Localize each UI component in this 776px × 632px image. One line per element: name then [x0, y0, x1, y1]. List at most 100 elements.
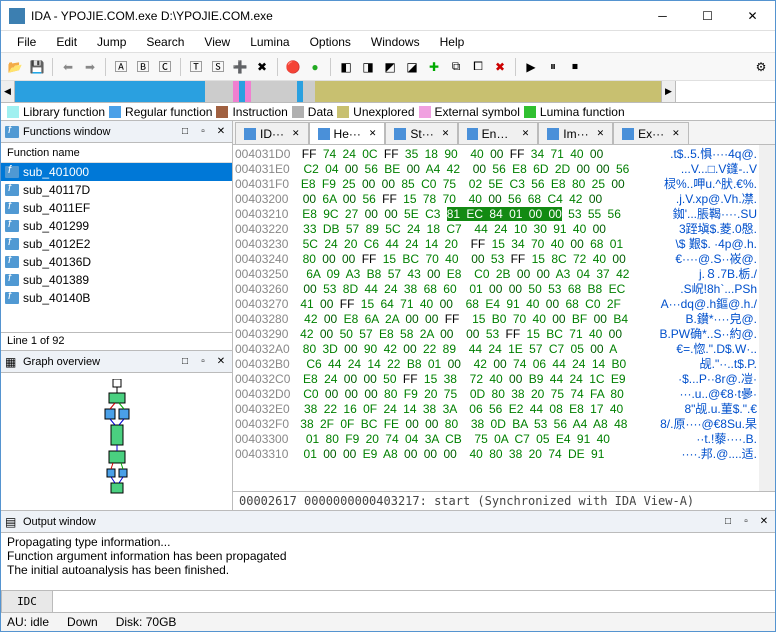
function-row[interactable]: sub_40140B — [1, 289, 232, 307]
output-min-icon[interactable]: □ — [721, 515, 735, 529]
hex-row[interactable]: 0040326000 53 8D 44 24 38 68 60 01 00 00… — [235, 282, 757, 297]
hex-row[interactable]: 00403210E8 9C 27 00 00 5E C3 81 EC 84 01… — [235, 207, 757, 222]
tool-b-icon[interactable]: 🄱 — [133, 57, 153, 77]
function-row[interactable]: sub_401299 — [1, 217, 232, 235]
tab[interactable]: St···✕ — [385, 122, 458, 144]
hex-row[interactable]: 0040322033 DB 57 89 5C 24 18 C7 44 24 10… — [235, 222, 757, 237]
hex-row[interactable]: 004032C0E8 24 00 00 50 FF 15 38 72 40 00… — [235, 372, 757, 387]
tool-e-icon[interactable]: 🅂 — [208, 57, 228, 77]
functions-col-header[interactable]: Function name — [1, 143, 232, 163]
hex-row[interactable]: 004032D0C0 00 00 00 80 F9 20 75 0D 80 38… — [235, 387, 757, 402]
graph-canvas[interactable] — [1, 373, 232, 510]
panel-min-icon[interactable]: □ — [178, 125, 192, 139]
cancel-icon[interactable]: ✖ — [490, 57, 510, 77]
hex-row[interactable]: 0040329042 00 50 57 E8 58 2A 00 00 53 FF… — [235, 327, 757, 342]
tab[interactable]: He···✕ — [309, 122, 386, 144]
hex-row[interactable]: 0040320000 6A 00 56 FF 15 78 70 40 00 56… — [235, 192, 757, 207]
tab-close-icon[interactable]: ✕ — [672, 128, 680, 139]
tab-close-icon[interactable]: ✕ — [292, 128, 300, 139]
open-icon[interactable]: 📂 — [5, 57, 25, 77]
hex-row[interactable]: 0040331001 00 00 E9 A8 00 00 00 40 80 38… — [235, 447, 757, 462]
graph-pin-icon[interactable]: ▫ — [196, 355, 210, 369]
db3-icon[interactable]: ◩ — [380, 57, 400, 77]
settings-icon[interactable]: ⚙ — [751, 57, 771, 77]
nav-segment[interactable] — [251, 81, 297, 102]
function-row[interactable]: sub_4011EF — [1, 199, 232, 217]
menu-options[interactable]: Options — [300, 33, 361, 51]
menu-help[interactable]: Help — [430, 33, 475, 51]
back-icon[interactable]: ⬅ — [58, 57, 78, 77]
tool-a-icon[interactable]: 🄰 — [111, 57, 131, 77]
tab[interactable]: Ex···✕ — [613, 122, 689, 144]
fwd-icon[interactable]: ➡ — [80, 57, 100, 77]
cmd-label[interactable]: IDC — [1, 591, 53, 613]
play-icon[interactable]: ▶ — [521, 57, 541, 77]
tab-close-icon[interactable]: ✕ — [369, 128, 377, 139]
menu-search[interactable]: Search — [136, 33, 194, 51]
close-button[interactable]: ✕ — [730, 1, 775, 30]
output-pin-icon[interactable]: ▫ — [739, 515, 753, 529]
tab[interactable]: ID···✕ — [235, 122, 309, 144]
hex-row[interactable]: 004032F038 2F 0F BC FE 00 00 80 38 0D BA… — [235, 417, 757, 432]
hex-row[interactable]: 0040327041 00 FF 15 64 71 40 00 68 E4 91… — [235, 297, 757, 312]
tab-close-icon[interactable]: ✕ — [442, 128, 450, 139]
tool-f-icon[interactable]: ➕ — [230, 57, 250, 77]
menu-view[interactable]: View — [194, 33, 240, 51]
graph-close-icon[interactable]: ✕ — [214, 355, 228, 369]
nav-strip[interactable]: ◀ ▼ ▶ — [1, 81, 775, 103]
nav-right-icon[interactable]: ▶ — [661, 81, 675, 102]
menu-jump[interactable]: Jump — [87, 33, 136, 51]
function-row[interactable]: sub_401389 — [1, 271, 232, 289]
tool-c-icon[interactable]: 🄲 — [155, 57, 175, 77]
minimize-button[interactable]: ─ — [640, 1, 685, 30]
nav-segment[interactable] — [205, 81, 233, 102]
panel-pin-icon[interactable]: ▫ — [196, 125, 210, 139]
menu-lumina[interactable]: Lumina — [240, 33, 299, 51]
function-row[interactable]: sub_40136D — [1, 253, 232, 271]
hex-row[interactable]: 004032E038 22 16 0F 24 14 38 3A 06 56 E2… — [235, 402, 757, 417]
db4-icon[interactable]: ◪ — [402, 57, 422, 77]
menu-file[interactable]: File — [7, 33, 46, 51]
nav-canvas[interactable]: ▼ — [15, 81, 661, 102]
hex-row[interactable]: 004032B0C6 44 24 14 22 B8 01 00 42 00 74… — [235, 357, 757, 372]
hex-row[interactable]: 004031D0FF 74 24 0C FF 35 18 90 40 00 FF… — [235, 147, 757, 162]
maximize-button[interactable]: ☐ — [685, 1, 730, 30]
hex-row[interactable]: 0040330001 80 F9 20 74 04 3A CB 75 0A C7… — [235, 432, 757, 447]
nav-left-icon[interactable]: ◀ — [1, 81, 15, 102]
graph-min-icon[interactable]: □ — [178, 355, 192, 369]
function-row[interactable]: sub_4012E2 — [1, 235, 232, 253]
db2-icon[interactable]: ◨ — [358, 57, 378, 77]
hex-view[interactable]: 004031D0FF 74 24 0C FF 35 18 90 40 00 FF… — [233, 145, 759, 491]
nav-segment[interactable] — [303, 81, 315, 102]
hex-row[interactable]: 004032305C 24 20 C6 44 24 14 20 FF 15 34… — [235, 237, 757, 252]
function-row[interactable]: sub_401000 — [1, 163, 232, 181]
tab[interactable]: Im···✕ — [538, 122, 613, 144]
hex-row[interactable]: 004031F0E8 F9 25 00 00 85 C0 75 02 5E C3… — [235, 177, 757, 192]
vscrollbar[interactable] — [759, 145, 775, 491]
stop2-icon[interactable]: ⏹ — [565, 57, 585, 77]
panel-close-icon[interactable]: ✕ — [214, 125, 228, 139]
tab-close-icon[interactable]: ✕ — [522, 128, 530, 139]
tool-g-icon[interactable]: ✖ — [252, 57, 272, 77]
menu-windows[interactable]: Windows — [361, 33, 430, 51]
tab[interactable]: Enums✕ — [458, 122, 538, 144]
tab-close-icon[interactable]: ✕ — [597, 128, 605, 139]
go-icon[interactable]: ● — [305, 57, 325, 77]
link-icon[interactable]: ⧉ — [446, 57, 466, 77]
hex-row[interactable]: 0040324080 00 00 FF 15 BC 70 40 00 53 FF… — [235, 252, 757, 267]
cmd-input[interactable] — [53, 591, 775, 613]
stop-icon[interactable]: 🔴 — [283, 57, 303, 77]
functions-list[interactable]: sub_401000sub_40117Dsub_4011EFsub_401299… — [1, 163, 232, 332]
output-close-icon[interactable]: ✕ — [757, 515, 771, 529]
hex-row[interactable]: 004031E0C2 04 00 56 BE 00 A4 42 00 56 E8… — [235, 162, 757, 177]
unlink-icon[interactable]: ⧠ — [468, 57, 488, 77]
hex-row[interactable]: 004032A080 3D 00 90 42 00 22 89 44 24 1E… — [235, 342, 757, 357]
db1-icon[interactable]: ◧ — [336, 57, 356, 77]
nav-segment[interactable] — [15, 81, 205, 102]
function-row[interactable]: sub_40117D — [1, 181, 232, 199]
plus-icon[interactable]: ✚ — [424, 57, 444, 77]
tool-d-icon[interactable]: 🅃 — [186, 57, 206, 77]
save-icon[interactable]: 💾 — [27, 57, 47, 77]
hex-row[interactable]: 0040328042 00 E8 6A 2A 00 00 FF 15 B0 70… — [235, 312, 757, 327]
hex-row[interactable]: 004032506A 09 A3 B8 57 43 00 E8 C0 2B 00… — [235, 267, 757, 282]
